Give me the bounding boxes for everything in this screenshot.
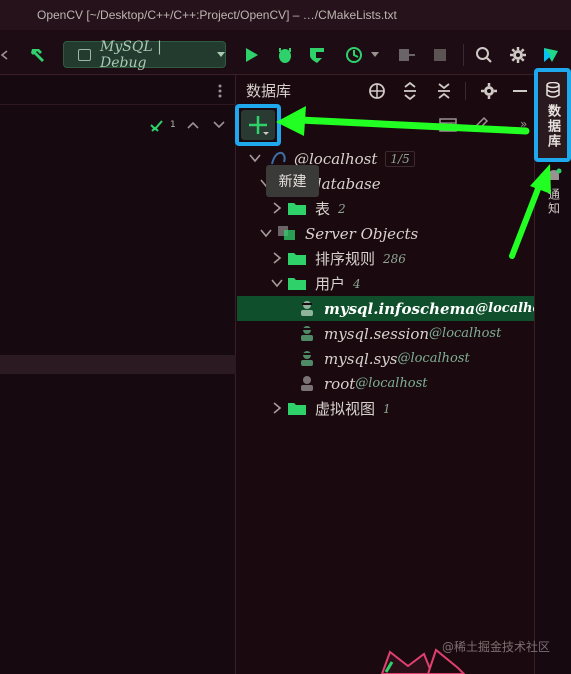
collations-label: 排序规则 bbox=[315, 250, 376, 268]
database-tab-label: 数据库 bbox=[545, 104, 560, 149]
tree-virtual-views[interactable]: 虚拟视图 1 bbox=[237, 396, 534, 421]
editor-panel bbox=[0, 75, 236, 674]
config-icon bbox=[78, 48, 92, 61]
user-icon bbox=[301, 301, 313, 316]
users-label: 用户 bbox=[315, 275, 346, 293]
tables-count: 2 bbox=[338, 201, 346, 216]
tables-label: 表 bbox=[315, 200, 331, 218]
run-icon[interactable] bbox=[242, 43, 262, 67]
tree-user-mysql-sys[interactable]: mysql.sys @localhost bbox=[237, 346, 534, 371]
user-host: @localhost bbox=[397, 351, 470, 366]
tree-collations[interactable]: 排序规则 286 bbox=[237, 246, 534, 271]
database-icon bbox=[545, 82, 560, 98]
user-name: mysql.sys bbox=[324, 349, 398, 368]
more-options-icon[interactable] bbox=[216, 82, 224, 100]
new-add-button[interactable] bbox=[241, 110, 275, 140]
run-config-label: MySQL | Debug bbox=[100, 38, 162, 71]
database-label: database bbox=[312, 174, 381, 193]
expand-all-icon[interactable] bbox=[399, 80, 421, 102]
run-configuration-select[interactable]: MySQL | Debug bbox=[63, 38, 226, 71]
more-tools-icon[interactable]: » bbox=[520, 117, 527, 131]
virtual-views-label: 虚拟视图 bbox=[315, 400, 376, 418]
jetbrains-logo-icon[interactable] bbox=[540, 43, 562, 67]
chevron-down-icon[interactable] bbox=[370, 47, 380, 63]
inspection-count: 1 bbox=[170, 120, 176, 130]
server-objects-label: Server Objects bbox=[305, 224, 419, 243]
edit-pencil-icon[interactable] bbox=[472, 115, 490, 133]
database-panel-title: 数据库 bbox=[246, 82, 292, 100]
user-name: mysql.infoschema bbox=[324, 299, 476, 318]
inspection-check-icon[interactable] bbox=[148, 117, 168, 135]
notifications-tool-tab[interactable]: 通知 bbox=[541, 168, 567, 224]
editor-header bbox=[0, 75, 236, 105]
chevron-down-icon bbox=[216, 51, 225, 57]
crosshair-icon[interactable] bbox=[366, 80, 388, 102]
tree-user-root[interactable]: root @localhost bbox=[237, 371, 534, 396]
stop-icon[interactable] bbox=[430, 45, 450, 65]
settings-gear-icon[interactable] bbox=[507, 43, 529, 67]
panel-divider bbox=[465, 82, 466, 100]
attach-debugger-icon[interactable] bbox=[395, 43, 419, 67]
tree-users[interactable]: 用户 4 bbox=[237, 271, 534, 296]
search-icon[interactable] bbox=[473, 43, 495, 67]
current-line-highlight bbox=[0, 355, 236, 374]
collations-count: 286 bbox=[383, 251, 406, 266]
connection-count: 1/5 bbox=[385, 150, 415, 167]
right-tool-strip bbox=[534, 75, 571, 674]
chevron-down-icon[interactable] bbox=[212, 119, 226, 131]
virtual-views-count: 1 bbox=[383, 401, 391, 416]
collapse-all-icon[interactable] bbox=[433, 80, 455, 102]
new-tooltip: 新建 bbox=[266, 165, 319, 197]
user-icon bbox=[301, 351, 313, 366]
users-count: 4 bbox=[353, 276, 361, 291]
settings-gear-icon[interactable] bbox=[478, 80, 500, 102]
watermark: @稀土掘金技术社区 bbox=[442, 640, 551, 654]
user-host: @localhost bbox=[429, 326, 502, 341]
coverage-shield-icon[interactable] bbox=[306, 43, 328, 67]
chevron-left-icon[interactable] bbox=[0, 47, 8, 63]
toolbar-divider bbox=[463, 44, 464, 66]
window-title: OpenCV [~/Desktop/C++/C++:Project/OpenCV… bbox=[0, 0, 571, 30]
database-tool-tab[interactable]: 数据库 bbox=[538, 72, 567, 158]
user-icon bbox=[301, 376, 313, 391]
tree-server-objects[interactable]: Server Objects bbox=[237, 221, 534, 246]
build-hammer-icon[interactable] bbox=[26, 41, 50, 68]
tree-user-mysql-infoschema[interactable]: mysql.infoschema @localhost bbox=[237, 296, 554, 321]
user-name: mysql.session bbox=[324, 324, 430, 343]
user-host: @localhost bbox=[355, 376, 428, 391]
table-view-icon[interactable] bbox=[437, 117, 459, 133]
debug-bug-icon[interactable] bbox=[274, 43, 296, 67]
user-icon bbox=[301, 326, 313, 341]
minimize-panel-icon[interactable] bbox=[511, 80, 529, 102]
tree-user-mysql-session[interactable]: mysql.session @localhost bbox=[237, 321, 534, 346]
chevron-up-icon[interactable] bbox=[186, 119, 200, 131]
profile-icon[interactable] bbox=[343, 43, 365, 67]
tree-tables[interactable]: 表 2 bbox=[237, 196, 534, 221]
notifications-tab-label: 通知 bbox=[546, 188, 561, 216]
bell-icon bbox=[549, 168, 562, 180]
user-name: root bbox=[324, 374, 356, 393]
